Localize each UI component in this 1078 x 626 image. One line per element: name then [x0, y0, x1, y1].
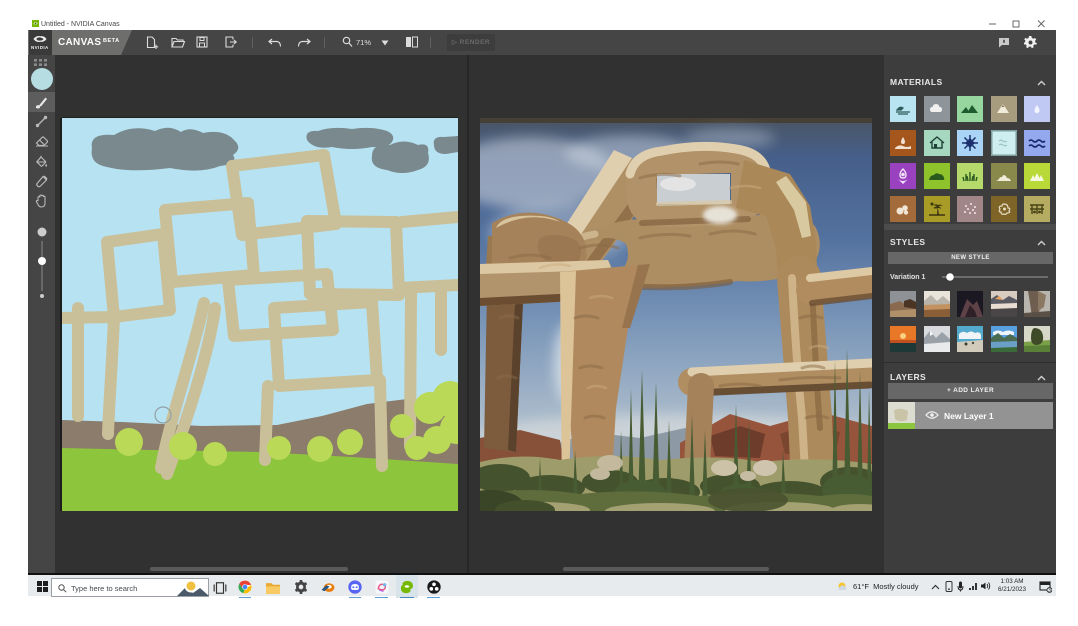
svg-text:3: 3 — [1048, 588, 1051, 593]
